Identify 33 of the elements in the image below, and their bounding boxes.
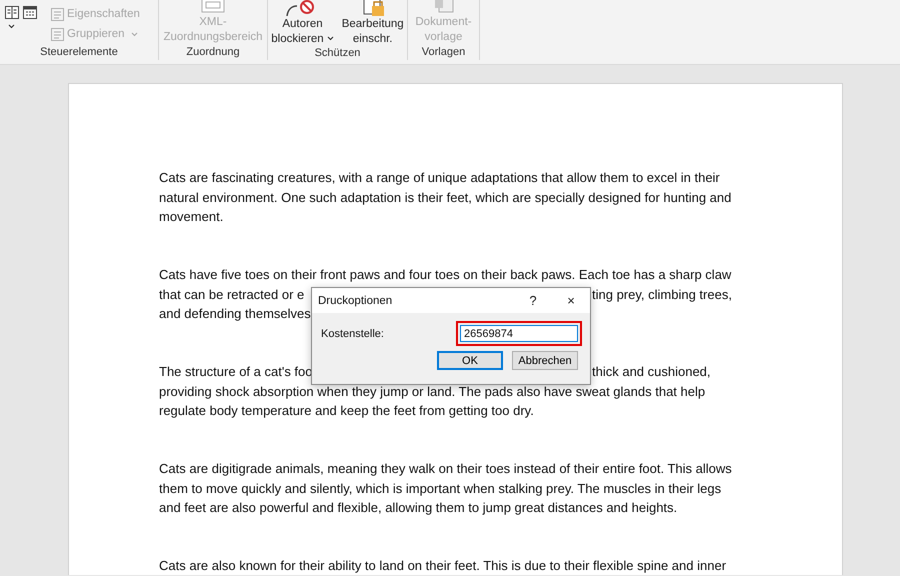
properties-icon (51, 8, 64, 20)
group-label: Vorlagen (420, 45, 466, 60)
calendar-icon[interactable] (23, 6, 37, 19)
dialog-title: Druckoptionen (318, 294, 394, 306)
text-line: Cats are fascinating creatures, with a range of unique adaptations that allow them to excel in their (159, 170, 720, 185)
text-line: Cats are also known for their ability to land on their feet. This is due to their flexible spine and inner (159, 558, 726, 573)
group-label: Zuordnung (185, 45, 241, 60)
dialog-button[interactable]: OK (437, 351, 503, 370)
text-line: and defending themselves (159, 306, 311, 321)
ribbon-button[interactable]: Autoren blockieren (268, 0, 337, 46)
group-label: Schützen (314, 46, 362, 61)
text-line: thick and cushioned, (592, 366, 711, 378)
text-line: and feet are also powerful and flexible, allowing them to jump great distances and heights. (159, 500, 678, 515)
text-line: ting prey, climbing trees, (592, 288, 732, 300)
text-line: them to move quickly and silently, which is important when stalking prey. The muscles in their legs (159, 480, 722, 496)
ribbon-button[interactable]: Bearbeitung einschr. (338, 0, 407, 46)
text-line: Cats are digitigrade animals, meaning they walk on their toes instead of their entire foot. This allows (159, 461, 732, 476)
dialog-button[interactable]: Abbrechen (512, 351, 578, 370)
text-line: providing shock absorption when they jump or land. The pads also have sweat glands that help (159, 384, 706, 398)
text-line: regulate body temperature and keep the feet from getting too dry. (159, 403, 534, 418)
field-label: Kostenstelle: (321, 328, 384, 340)
text-line: Cats have five toes on their front paws and four toes on their back paws. Each toe has a sharp claw (159, 267, 732, 282)
text-line: that can be retracted or e (159, 288, 304, 300)
caret-icon (326, 36, 334, 41)
list-icon (51, 28, 64, 40)
input-field[interactable]: 26569874 (460, 325, 578, 342)
text-line: movement. (159, 209, 224, 224)
text-line: natural environment. One such adaptation is their feet, which are specially designed for hunting and (159, 190, 732, 204)
close-button[interactable]: × (552, 293, 590, 308)
caret-icon (130, 32, 138, 36)
help-button[interactable]: ? (514, 293, 552, 308)
group-label: Steuerelemente (39, 45, 119, 60)
layout-icon[interactable] (5, 6, 19, 19)
